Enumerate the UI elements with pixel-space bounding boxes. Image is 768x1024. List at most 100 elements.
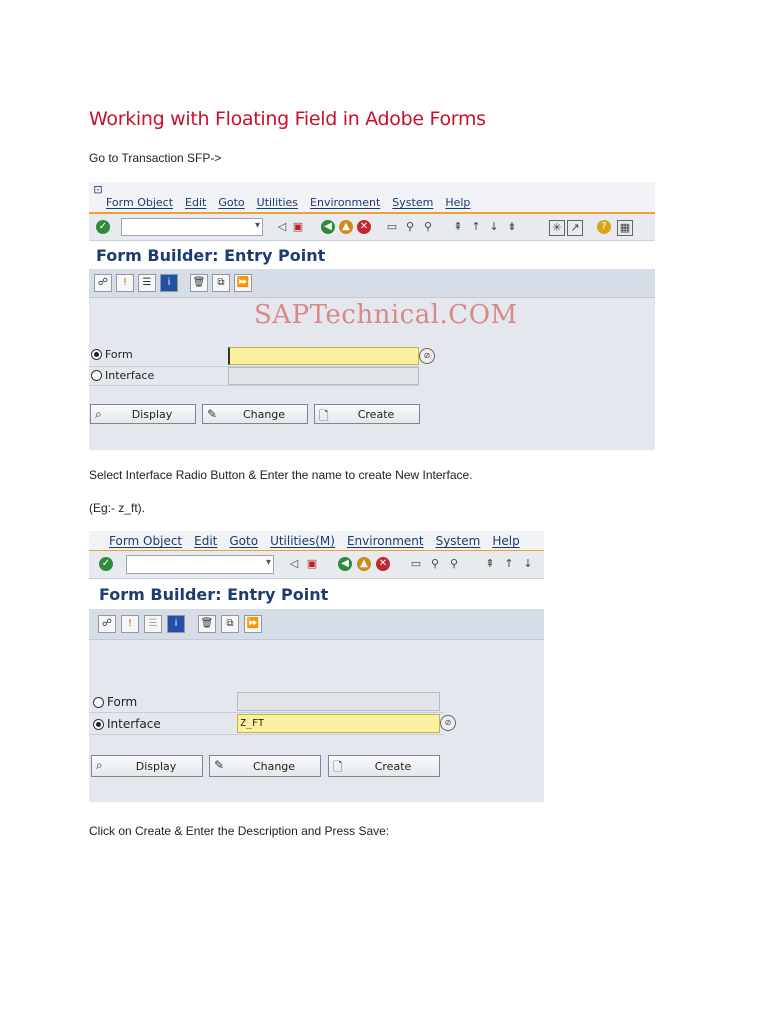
form-name-input[interactable] bbox=[228, 347, 419, 365]
radio-form[interactable]: Form bbox=[93, 695, 137, 709]
print-icon[interactable]: ▭ bbox=[409, 557, 423, 571]
delete-icon[interactable]: 🗑 bbox=[190, 274, 208, 292]
radio-form-indicator[interactable] bbox=[93, 696, 104, 708]
menu-system[interactable]: System bbox=[392, 196, 433, 209]
interface-name-input[interactable] bbox=[228, 367, 419, 385]
activate-icon[interactable]: ! bbox=[116, 274, 134, 292]
first-page-icon[interactable]: ⇞ bbox=[451, 220, 465, 234]
find-icon[interactable]: ⚲ bbox=[428, 557, 442, 571]
title-bar: Form Builder: Entry Point bbox=[89, 579, 544, 609]
radio-interface-indicator[interactable] bbox=[93, 718, 104, 730]
help-icon[interactable]: ? bbox=[597, 220, 611, 234]
radio-form-indicator[interactable] bbox=[91, 349, 102, 360]
display-button[interactable]: ⌕ Display bbox=[90, 404, 196, 424]
copy-icon[interactable]: ⧉ bbox=[212, 274, 230, 292]
menu-form-object[interactable]: Form Object bbox=[109, 534, 182, 548]
menu-edit[interactable]: Edit bbox=[185, 196, 206, 209]
system-menu-icon[interactable]: ⊡ bbox=[91, 183, 105, 197]
create-button[interactable]: 🗋 Create bbox=[328, 755, 440, 777]
back-arrow-icon[interactable]: ◁ bbox=[275, 220, 289, 234]
change-button[interactable]: ✎ Change bbox=[202, 404, 308, 424]
menu-goto[interactable]: Goto bbox=[218, 196, 244, 209]
interface-name-input[interactable]: Z_FT bbox=[237, 714, 440, 733]
test-icon[interactable]: ⏩ bbox=[244, 615, 262, 633]
save-icon[interactable]: ▣ bbox=[305, 557, 319, 571]
info-icon[interactable]: i bbox=[167, 615, 185, 633]
next-page-icon[interactable]: ↓ bbox=[521, 557, 535, 571]
test-icon[interactable]: ⏩ bbox=[234, 274, 252, 292]
next-page-icon[interactable]: ↓ bbox=[487, 220, 501, 234]
previous-page-icon[interactable]: ↑ bbox=[502, 557, 516, 571]
radio-form-label: Form bbox=[105, 348, 133, 361]
back-icon[interactable]: ◀ bbox=[321, 220, 335, 234]
step-example-name: (Eg:- z_ft). bbox=[89, 501, 146, 515]
last-page-icon[interactable]: ⇟ bbox=[505, 220, 519, 234]
back-icon[interactable]: ◀ bbox=[338, 557, 352, 571]
dropdown-icon[interactable]: ▾ bbox=[255, 220, 260, 231]
exit-icon[interactable]: ▲ bbox=[339, 220, 353, 234]
radio-interface-label: Interface bbox=[107, 717, 161, 731]
cancel-icon[interactable]: ✕ bbox=[376, 557, 390, 571]
step-go-to-transaction: Go to Transaction SFP-> bbox=[89, 151, 222, 165]
command-field[interactable]: ▾ bbox=[121, 218, 263, 236]
exit-icon[interactable]: ▲ bbox=[357, 557, 371, 571]
print-icon[interactable]: ▭ bbox=[385, 220, 399, 234]
dropdown-icon[interactable]: ▾ bbox=[266, 557, 271, 568]
save-icon[interactable]: ▣ bbox=[291, 220, 305, 234]
step-select-interface: Select Interface Radio Button & Enter th… bbox=[89, 468, 473, 482]
sap-screenshot-2: Form Object Edit Goto Utilities(M) Environme… bbox=[89, 531, 544, 802]
menu-bar: ⊡ Form Object Edit Goto Utilities Environmen… bbox=[89, 182, 655, 214]
radio-interface[interactable]: Interface bbox=[93, 717, 161, 731]
value-help-icon[interactable]: ⊘ bbox=[440, 715, 456, 731]
row-divider bbox=[89, 385, 419, 386]
menu-help[interactable]: Help bbox=[445, 196, 470, 209]
delete-icon[interactable]: 🗑 bbox=[198, 615, 216, 633]
menu-utilities[interactable]: Utilities(M) bbox=[270, 534, 335, 548]
info-icon[interactable]: i bbox=[160, 274, 178, 292]
application-toolbar: ☍ ! ☰ i 🗑 ⧉ ⏩ bbox=[89, 269, 655, 298]
standard-toolbar: ✓ ▾ ◁ ▣ ◀ ▲ ✕ ▭ ⚲ ⚲ ⇞ ↑ ↓ bbox=[89, 551, 544, 579]
menu-environment[interactable]: Environment bbox=[310, 196, 380, 209]
menu-help[interactable]: Help bbox=[492, 534, 519, 548]
radio-interface-indicator[interactable] bbox=[91, 370, 102, 381]
other-object-icon[interactable]: ☍ bbox=[98, 615, 116, 633]
radio-form-label: Form bbox=[107, 695, 138, 709]
layout-menu-icon[interactable]: ▦ bbox=[617, 220, 633, 236]
menu-edit[interactable]: Edit bbox=[194, 534, 217, 548]
display-object-list-icon[interactable]: ☰ bbox=[138, 274, 156, 292]
find-next-icon[interactable]: ⚲ bbox=[447, 557, 461, 571]
create-session-icon[interactable]: ✳ bbox=[549, 220, 565, 236]
copy-icon[interactable]: ⧉ bbox=[221, 615, 239, 633]
other-object-icon[interactable]: ☍ bbox=[94, 274, 112, 292]
menu-form-object[interactable]: Form Object bbox=[106, 196, 173, 209]
radio-interface[interactable]: Interface bbox=[91, 369, 154, 382]
watermark: SAPTechnical.COM bbox=[254, 300, 518, 330]
application-toolbar: ☍ ! ☰ i 🗑 ⧉ ⏩ bbox=[89, 609, 544, 640]
find-icon[interactable]: ⚲ bbox=[403, 220, 417, 234]
row-divider bbox=[89, 712, 444, 713]
form-name-input[interactable] bbox=[237, 692, 440, 711]
previous-page-icon[interactable]: ↑ bbox=[469, 220, 483, 234]
display-button[interactable]: ⌕ Display bbox=[91, 755, 203, 777]
menu-system[interactable]: System bbox=[436, 534, 481, 548]
enter-check-icon[interactable]: ✓ bbox=[99, 557, 113, 571]
menu-goto[interactable]: Goto bbox=[229, 534, 258, 548]
display-object-list-icon[interactable]: ☰ bbox=[144, 615, 162, 633]
menu-environment[interactable]: Environment bbox=[347, 534, 424, 548]
create-button[interactable]: 🗋 Create bbox=[314, 404, 420, 424]
back-arrow-icon[interactable]: ◁ bbox=[287, 557, 301, 571]
radio-interface-label: Interface bbox=[105, 369, 155, 382]
first-page-icon[interactable]: ⇞ bbox=[483, 557, 497, 571]
document-title: Working with Floating Field in Adobe For… bbox=[89, 108, 486, 130]
enter-check-icon[interactable]: ✓ bbox=[96, 220, 110, 234]
value-help-icon[interactable]: ⊘ bbox=[419, 348, 435, 364]
cancel-icon[interactable]: ✕ bbox=[357, 220, 371, 234]
change-button[interactable]: ✎ Change bbox=[209, 755, 321, 777]
sap-screenshot-1: ⊡ Form Object Edit Goto Utilities Environmen… bbox=[89, 182, 655, 450]
radio-form[interactable]: Form bbox=[91, 348, 133, 361]
command-field[interactable]: ▾ bbox=[126, 555, 274, 574]
menu-utilities[interactable]: Utilities bbox=[257, 196, 298, 209]
find-next-icon[interactable]: ⚲ bbox=[421, 220, 435, 234]
shortcut-icon[interactable]: ↗ bbox=[567, 220, 583, 236]
activate-icon[interactable]: ! bbox=[121, 615, 139, 633]
